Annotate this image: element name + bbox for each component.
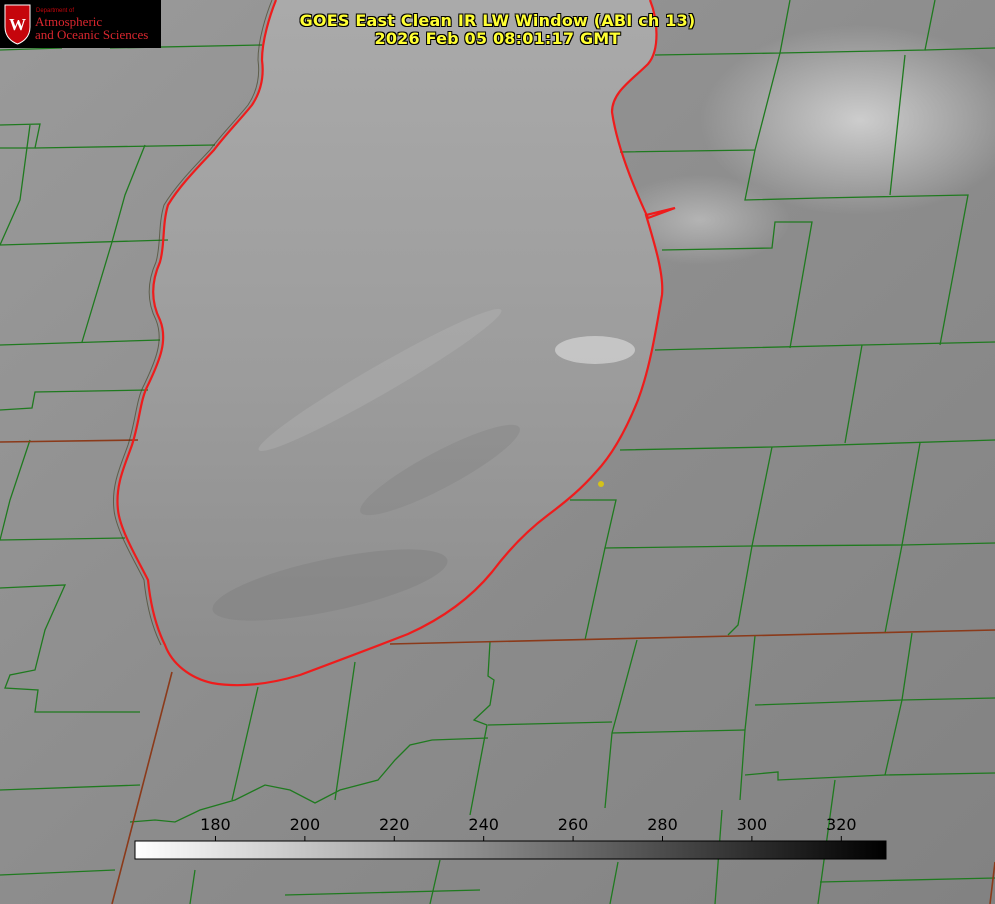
colorbar-tick-label: 280	[647, 815, 678, 834]
uw-crest-icon: W	[4, 4, 31, 45]
colorbar-tick-label: 260	[557, 815, 589, 834]
logo-seal-letter: W	[9, 15, 26, 34]
colorbar-tick-label: 200	[289, 815, 321, 834]
colorbar-tick-label: 320	[826, 815, 857, 834]
colorbar-tick-label: 180	[200, 815, 231, 834]
lake-cloud-streak	[555, 336, 635, 364]
colorbar-tick-label: 300	[736, 815, 768, 834]
logo-text-line2: and Oceanic Sciences	[35, 27, 149, 42]
colorbar	[134, 840, 887, 860]
location-marker	[598, 481, 604, 487]
satellite-map	[0, 0, 995, 904]
satellite-image-viewer: 180 200 220 240 260 280 300 320 GOES East Clean…	[0, 0, 995, 904]
colorbar-tick-label: 220	[378, 815, 410, 834]
colorbar-tick-label: 240	[468, 815, 499, 834]
aos-logo: W Department of Atmospheric and Oceanic …	[0, 0, 161, 48]
